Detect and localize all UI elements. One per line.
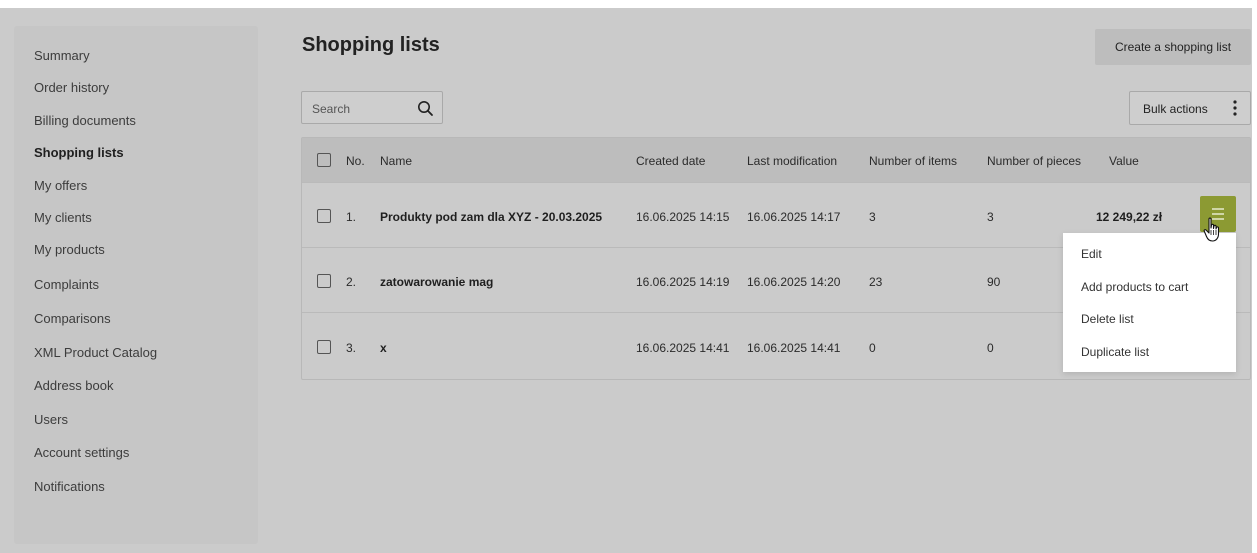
row-last-modification: 16.06.2025 14:17 — [747, 210, 841, 224]
row-created-date: 16.06.2025 14:15 — [636, 210, 730, 224]
menu-item-duplicate-list[interactable]: Duplicate list — [1081, 345, 1149, 359]
sidebar-item-my-products[interactable]: My products — [34, 242, 105, 257]
bulk-actions-label: Bulk actions — [1143, 102, 1208, 116]
search-input[interactable] — [310, 99, 409, 119]
row-name[interactable]: zatowarowanie mag — [380, 275, 493, 289]
sidebar-item-my-clients[interactable]: My clients — [34, 210, 92, 225]
row-number-of-pieces: 3 — [987, 210, 994, 224]
menu-item-edit[interactable]: Edit — [1081, 247, 1102, 261]
row-number: 3. — [346, 341, 357, 355]
row-checkbox[interactable] — [317, 209, 331, 223]
row-name[interactable]: Produkty pod zam dla XYZ - 20.03.2025 — [380, 210, 602, 224]
row-last-modification: 16.06.2025 14:41 — [747, 341, 841, 355]
menu-item-add-products-to-cart[interactable]: Add products to cart — [1081, 280, 1188, 294]
row-last-modification: 16.06.2025 14:20 — [747, 275, 841, 289]
search-icon[interactable] — [417, 100, 434, 117]
hand-cursor-icon — [1203, 217, 1220, 242]
top-strip — [0, 0, 1257, 8]
hamburger-menu-icon — [1212, 208, 1224, 210]
vertical-dots-icon — [1233, 100, 1237, 116]
search-box — [301, 91, 443, 124]
right-strip — [1252, 0, 1257, 553]
column-no: No. — [346, 154, 365, 168]
row-actions-dropdown: Edit Add products to cart Delete list Du… — [1063, 233, 1236, 372]
column-number-of-items: Number of items — [869, 154, 958, 168]
table-header: No. Name Created date Last modification … — [302, 138, 1250, 182]
row-checkbox[interactable] — [317, 274, 331, 288]
sidebar-item-account-settings[interactable]: Account settings — [34, 445, 129, 460]
column-last-modification: Last modification — [747, 154, 838, 168]
bulk-actions-button[interactable]: Bulk actions — [1129, 91, 1251, 125]
account-sidebar: Summary Order history Billing documents … — [14, 26, 258, 544]
hamburger-menu-icon — [1212, 213, 1224, 215]
sidebar-item-complaints[interactable]: Complaints — [34, 277, 99, 292]
row-name[interactable]: x — [380, 341, 387, 355]
row-created-date: 16.06.2025 14:41 — [636, 341, 730, 355]
create-shopping-list-button[interactable]: Create a shopping list — [1095, 29, 1251, 65]
sidebar-item-notifications[interactable]: Notifications — [34, 479, 105, 494]
column-value: Value — [1109, 154, 1139, 168]
row-number-of-items: 23 — [869, 275, 883, 289]
column-name: Name — [380, 154, 413, 168]
row-number-of-items: 3 — [869, 210, 876, 224]
row-number: 2. — [346, 275, 357, 289]
column-created-date: Created date — [636, 154, 706, 168]
sidebar-item-summary[interactable]: Summary — [34, 48, 90, 63]
row-created-date: 16.06.2025 14:19 — [636, 275, 730, 289]
sidebar-item-shopping-lists[interactable]: Shopping lists — [34, 145, 124, 160]
row-number: 1. — [346, 210, 357, 224]
sidebar-item-users[interactable]: Users — [34, 412, 68, 427]
page-title: Shopping lists — [302, 34, 440, 56]
menu-item-delete-list[interactable]: Delete list — [1081, 312, 1134, 326]
row-number-of-items: 0 — [869, 341, 876, 355]
column-number-of-pieces: Number of pieces — [987, 154, 1082, 168]
sidebar-item-address-book[interactable]: Address book — [34, 378, 114, 393]
sidebar-item-xml-product-catalog[interactable]: XML Product Catalog — [34, 345, 157, 360]
select-all-checkbox[interactable] — [317, 153, 331, 167]
sidebar-item-my-offers[interactable]: My offers — [34, 178, 87, 193]
row-number-of-pieces: 90 — [987, 275, 1001, 289]
row-checkbox[interactable] — [317, 340, 331, 354]
sidebar-item-billing-documents[interactable]: Billing documents — [34, 113, 136, 128]
sidebar-item-comparisons[interactable]: Comparisons — [34, 311, 111, 326]
sidebar-item-order-history[interactable]: Order history — [34, 80, 109, 95]
row-value: 12 249,22 zł — [1096, 210, 1163, 224]
row-number-of-pieces: 0 — [987, 341, 994, 355]
